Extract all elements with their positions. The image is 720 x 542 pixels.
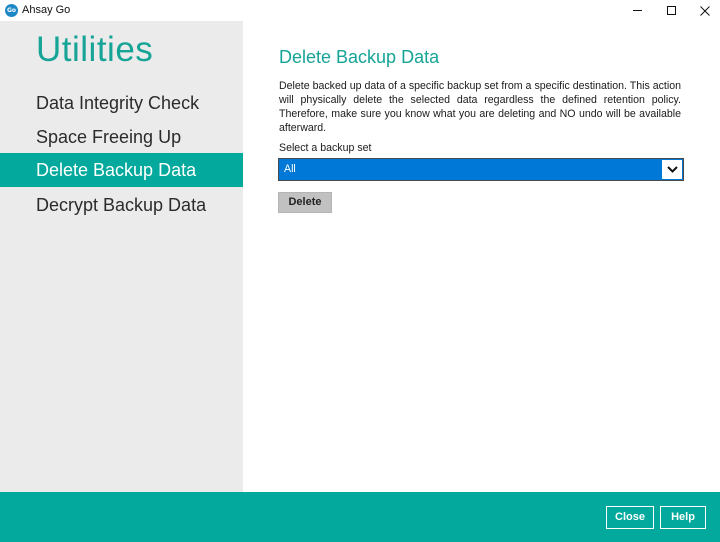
maximize-button[interactable]: [654, 0, 688, 21]
minimize-button[interactable]: [620, 0, 654, 21]
backup-set-label: Select a backup set: [279, 142, 372, 154]
minimize-icon: [632, 10, 642, 11]
description-text: Delete backed up data of a specific back…: [279, 80, 681, 134]
delete-button[interactable]: Delete: [278, 192, 332, 213]
main-panel: Delete Backup Data Delete backed up data…: [243, 21, 720, 492]
window-title: Ahsay Go: [22, 4, 71, 16]
close-icon: [700, 5, 710, 16]
backup-set-select[interactable]: All: [278, 158, 684, 181]
window-close-button[interactable]: [688, 0, 720, 21]
app-logo-icon: Go: [5, 4, 18, 17]
sidebar-item-data-integrity-check[interactable]: Data Integrity Check: [0, 86, 243, 120]
maximize-icon: [666, 6, 676, 15]
chevron-down-icon: [666, 166, 678, 173]
sidebar-title: Utilities: [36, 30, 154, 69]
backup-set-selected-value: All: [284, 163, 296, 175]
sidebar: Utilities Data Integrity Check Space Fre…: [0, 21, 243, 492]
sidebar-item-space-freeing-up[interactable]: Space Freeing Up: [0, 120, 243, 154]
dropdown-button[interactable]: [662, 160, 682, 179]
sidebar-item-delete-backup-data[interactable]: Delete Backup Data: [0, 153, 243, 187]
close-button[interactable]: Close: [606, 506, 654, 529]
page-title: Delete Backup Data: [279, 47, 440, 67]
help-button[interactable]: Help: [660, 506, 706, 529]
footer-bar: Close Help: [0, 492, 720, 542]
sidebar-item-decrypt-backup-data[interactable]: Decrypt Backup Data: [0, 188, 243, 222]
title-bar: Go Ahsay Go: [0, 0, 720, 21]
